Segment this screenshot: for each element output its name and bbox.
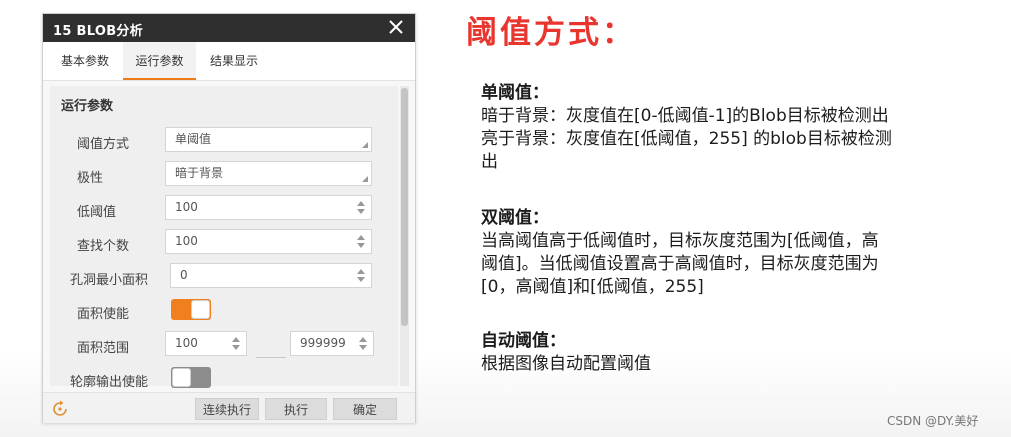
area-range-min-value: 100 <box>175 336 198 350</box>
find-count-input[interactable]: 100 <box>165 229 372 254</box>
execute-button[interactable]: 执行 <box>265 398 327 420</box>
threshold-mode-select[interactable]: 单阈值 <box>165 127 372 152</box>
threshold-mode-value: 单阈值 <box>175 132 212 146</box>
auto-threshold-title: 自动阈值： <box>481 331 566 351</box>
dialog-titlebar: 15 BLOB分析 <box>43 14 415 42</box>
double-threshold-line: 当高阈值高于低阈值时，目标灰度范围为[低阈值，高 <box>481 231 879 251</box>
auto-threshold-line: 根据图像自动配置阈值 <box>481 354 651 374</box>
spinner-arrows-icon[interactable] <box>357 199 365 216</box>
spinner-arrows-icon[interactable] <box>357 233 365 250</box>
dropdown-corner-icon <box>362 176 368 182</box>
vertical-scrollbar[interactable] <box>400 86 409 386</box>
polarity-select[interactable]: 暗于背景 <box>165 161 372 186</box>
threshold-mode-label: 阈值方式 <box>77 137 130 152</box>
spinner-arrows-icon[interactable] <box>359 335 367 352</box>
continuous-execute-button[interactable]: 连续执行 <box>195 398 259 420</box>
low-threshold-value: 100 <box>175 200 198 214</box>
tab-bar: 基本参数 运行参数 结果显示 <box>43 42 415 81</box>
dropdown-corner-icon <box>362 142 368 148</box>
blob-analysis-dialog: 15 BLOB分析 基本参数 运行参数 结果显示 运行参数 阈值方式 单阈值 极… <box>42 13 416 423</box>
single-threshold-line: 亮于背景：灰度值在[低阈值，255] 的blob目标被检测 <box>481 129 892 149</box>
tab-basic-params[interactable]: 基本参数 <box>49 42 121 80</box>
double-threshold-line: [0，高阈值]和[低阈值，255] <box>481 277 704 297</box>
toggle-knob <box>172 368 191 387</box>
area-range-label: 面积范围 <box>77 341 130 356</box>
refresh-icon[interactable] <box>51 400 69 418</box>
single-threshold-line: 暗于背景：灰度值在[0-低阈值-1]的Blob目标被检测出 <box>481 106 889 126</box>
toggle-knob <box>191 300 210 319</box>
tab-result-display[interactable]: 结果显示 <box>198 42 270 80</box>
polarity-label: 极性 <box>77 171 104 186</box>
spinner-arrows-icon[interactable] <box>232 335 240 352</box>
area-range-min-input[interactable]: 100 <box>165 331 247 356</box>
area-range-max-value: 999999 <box>300 336 346 350</box>
single-threshold-title: 单阈值： <box>481 83 549 103</box>
contour-output-toggle[interactable] <box>171 367 211 388</box>
low-threshold-label: 低阈值 <box>77 205 117 220</box>
tab-run-params[interactable]: 运行参数 <box>123 42 196 80</box>
low-threshold-input[interactable]: 100 <box>165 195 372 220</box>
find-count-label: 查找个数 <box>77 239 130 254</box>
watermark: CSDN @DY.美好 <box>887 414 979 428</box>
auto-threshold-block: 自动阈值： 根据图像自动配置阈值 <box>481 330 981 376</box>
single-threshold-block: 单阈值： 暗于背景：灰度值在[0-低阈值-1]的Blob目标被检测出 亮于背景：… <box>481 82 981 174</box>
range-separator <box>256 357 286 358</box>
hole-min-area-value: 0 <box>180 268 188 282</box>
scrollbar-thumb[interactable] <box>401 88 408 326</box>
dialog-title: 15 BLOB分析 <box>53 24 144 39</box>
double-threshold-line: 阈值]。当低阈值设置高于高阈值时，目标灰度范围为 <box>481 254 879 274</box>
section-title: 运行参数 <box>61 99 114 114</box>
area-enable-toggle[interactable] <box>171 299 211 320</box>
hole-min-area-label: 孔洞最小面积 <box>70 273 149 288</box>
hole-min-area-input[interactable]: 0 <box>170 263 372 288</box>
params-panel: 运行参数 阈值方式 单阈值 极性 暗于背景 低阈值 100 查找个数 100 孔… <box>50 86 398 390</box>
single-threshold-line: 出 <box>481 152 498 172</box>
contour-output-label: 轮廓输出使能 <box>70 375 149 390</box>
polarity-value: 暗于背景 <box>175 166 224 180</box>
double-threshold-block: 双阈值： 当高阈值高于低阈值时，目标灰度范围为[低阈值，高 阈值]。当低阈值设置… <box>481 207 981 299</box>
find-count-value: 100 <box>175 234 198 248</box>
area-enable-label: 面积使能 <box>77 307 130 322</box>
double-threshold-title: 双阈值： <box>481 208 549 228</box>
explanation-heading: 阈值方式： <box>466 15 636 51</box>
dialog-footer: 连续执行 执行 确定 <box>43 392 415 423</box>
close-icon[interactable] <box>385 16 407 38</box>
area-range-max-input[interactable]: 999999 <box>290 331 374 356</box>
spinner-arrows-icon[interactable] <box>357 267 365 284</box>
confirm-button[interactable]: 确定 <box>333 398 397 420</box>
